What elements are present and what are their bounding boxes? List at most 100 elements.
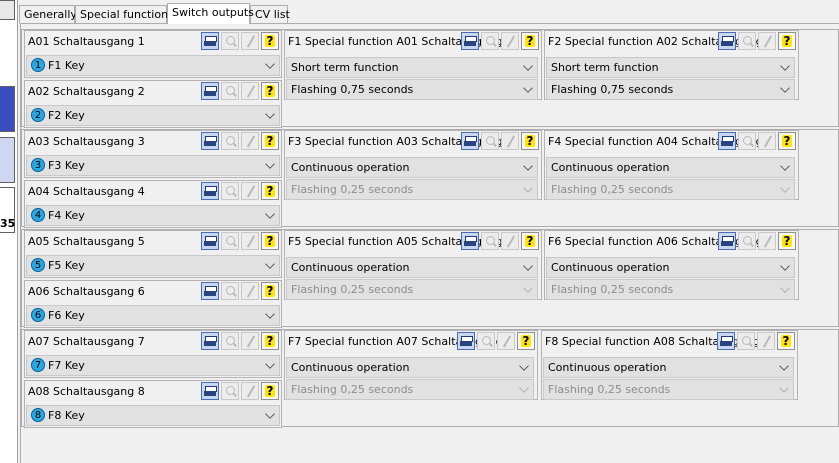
function-mode-select[interactable]: Short term function xyxy=(286,57,538,78)
output-key-select[interactable]: 3 F3 Key xyxy=(26,155,280,176)
help-icon[interactable]: ? xyxy=(778,132,796,150)
special-function-panel: F1 Special function A01 Schaltausgang 1?… xyxy=(284,30,542,100)
flash-interval-select[interactable]: Flashing 0,75 seconds xyxy=(546,79,795,100)
function-mode-select[interactable]: Continuous operation xyxy=(546,157,795,178)
output-key-select[interactable]: 4 F4 Key xyxy=(26,205,280,226)
output-key-select[interactable]: 7 F7 Key xyxy=(26,355,280,376)
output-key-select[interactable]: 8 F8 Key xyxy=(26,405,280,426)
output-key-select-text: F3 Key xyxy=(48,159,85,172)
output-key-select-value: 4 F4 Key xyxy=(31,208,85,222)
function-mode-select[interactable]: Short term function xyxy=(546,57,795,78)
printer-icon[interactable] xyxy=(718,132,736,150)
printer-icon[interactable] xyxy=(201,82,219,100)
help-icon[interactable]: ? xyxy=(521,232,539,250)
flash-interval-select: Flashing 0,25 seconds xyxy=(546,279,795,300)
printer-icon[interactable] xyxy=(457,332,475,350)
flash-interval-select[interactable]: Flashing 0,75 seconds xyxy=(286,79,538,100)
flash-interval-select-value: Flashing 0,25 seconds xyxy=(548,383,670,396)
magnifier-icon xyxy=(221,282,239,300)
flash-interval-select-value: Flashing 0,25 seconds xyxy=(291,283,413,296)
function-mode-select-text: Short term function xyxy=(551,61,659,74)
printer-icon[interactable] xyxy=(717,332,735,350)
printer-icon[interactable] xyxy=(201,282,219,300)
function-mode-select[interactable]: Continuous operation xyxy=(543,357,794,378)
help-glyph: ? xyxy=(266,284,274,298)
flash-interval-select: Flashing 0,25 seconds xyxy=(286,279,538,300)
printer-icon[interactable] xyxy=(201,332,219,350)
chevron-down-icon xyxy=(265,159,275,169)
switch-output-panel: A06 Schaltausgang 6? 6 F6 Key xyxy=(24,280,282,328)
flash-interval-select-text: Flashing 0,75 seconds xyxy=(291,83,414,96)
panel-title: A07 Schaltausgang 7 xyxy=(28,335,145,348)
flash-interval-select-value: Flashing 0,25 seconds xyxy=(551,183,673,196)
help-glyph: ? xyxy=(266,334,274,348)
flash-interval-select: Flashing 0,25 seconds xyxy=(286,179,538,200)
output-key-select[interactable]: 1 F1 Key xyxy=(26,55,280,76)
help-icon[interactable]: ? xyxy=(778,32,796,50)
function-mode-select-text: Continuous operation xyxy=(551,261,670,274)
printer-icon[interactable] xyxy=(461,132,479,150)
printer-icon[interactable] xyxy=(201,132,219,150)
output-key-select-value: 2 F2 Key xyxy=(31,108,85,122)
pencil-icon xyxy=(241,82,259,100)
pencil-icon xyxy=(501,32,519,50)
function-mode-select-text: Short term function xyxy=(291,61,399,74)
output-key-select[interactable]: 6 F6 Key xyxy=(26,305,280,326)
output-number-icon: 7 xyxy=(31,358,45,372)
tab-generally[interactable]: Generally xyxy=(19,5,77,23)
printer-icon[interactable] xyxy=(201,382,219,400)
tab-label: Special functions xyxy=(80,8,174,21)
function-mode-select[interactable]: Continuous operation xyxy=(286,257,538,278)
printer-icon[interactable] xyxy=(201,182,219,200)
pencil-icon xyxy=(241,282,259,300)
sidebar-card[interactable] xyxy=(0,0,15,20)
flash-interval-select-value: Flashing 0,75 seconds xyxy=(551,83,673,96)
help-icon[interactable]: ? xyxy=(261,382,279,400)
printer-icon[interactable] xyxy=(201,232,219,250)
sidebar-card[interactable] xyxy=(0,86,15,132)
help-icon[interactable]: ? xyxy=(777,332,795,350)
chevron-down-icon xyxy=(265,309,275,319)
tab-label: Generally xyxy=(24,8,77,21)
output-key-select[interactable]: 2 F2 Key xyxy=(26,105,280,126)
tab-cv-list[interactable]: CV list xyxy=(250,5,290,23)
printer-icon[interactable] xyxy=(461,32,479,50)
sidebar-card[interactable] xyxy=(0,137,15,183)
help-icon[interactable]: ? xyxy=(261,282,279,300)
help-icon[interactable]: ? xyxy=(517,332,535,350)
chevron-down-icon xyxy=(519,361,529,371)
pencil-icon xyxy=(241,32,259,50)
help-icon[interactable]: ? xyxy=(261,32,279,50)
help-icon[interactable]: ? xyxy=(261,332,279,350)
help-icon[interactable]: ? xyxy=(261,182,279,200)
help-icon[interactable]: ? xyxy=(261,82,279,100)
function-mode-select[interactable]: Continuous operation xyxy=(286,357,534,378)
switch-output-panel: A03 Schaltausgang 3? 3 F3 Key xyxy=(24,130,282,178)
help-icon[interactable]: ? xyxy=(521,32,539,50)
sidebar-card[interactable]: 35 xyxy=(0,187,15,233)
help-icon[interactable]: ? xyxy=(261,132,279,150)
chevron-down-icon xyxy=(779,383,789,393)
help-icon[interactable]: ? xyxy=(778,232,796,250)
output-key-select-text: F4 Key xyxy=(48,209,85,222)
output-key-select[interactable]: 5 F5 Key xyxy=(26,255,280,276)
chevron-down-icon xyxy=(265,409,275,419)
switch-output-panel: A01 Schaltausgang 1? 1 F1 Key xyxy=(24,30,282,78)
chevron-down-icon xyxy=(780,61,790,71)
help-icon[interactable]: ? xyxy=(521,132,539,150)
switch-output-panel: A05 Schaltausgang 5? 5 F5 Key xyxy=(24,230,282,278)
printer-icon[interactable] xyxy=(201,32,219,50)
tab-special-functions[interactable]: Special functions xyxy=(75,5,174,23)
tab-switch-outputs[interactable]: Switch outputs xyxy=(167,3,254,24)
function-mode-select[interactable]: Continuous operation xyxy=(546,257,795,278)
help-icon[interactable]: ? xyxy=(261,232,279,250)
function-mode-select-text: Continuous operation xyxy=(291,261,410,274)
chevron-down-icon xyxy=(519,383,529,393)
function-mode-select[interactable]: Continuous operation xyxy=(286,157,538,178)
output-key-select-value: 5 F5 Key xyxy=(31,258,85,272)
printer-icon[interactable] xyxy=(718,232,736,250)
chevron-down-icon xyxy=(780,83,790,93)
pencil-icon xyxy=(241,332,259,350)
printer-icon[interactable] xyxy=(461,232,479,250)
printer-icon[interactable] xyxy=(718,32,736,50)
